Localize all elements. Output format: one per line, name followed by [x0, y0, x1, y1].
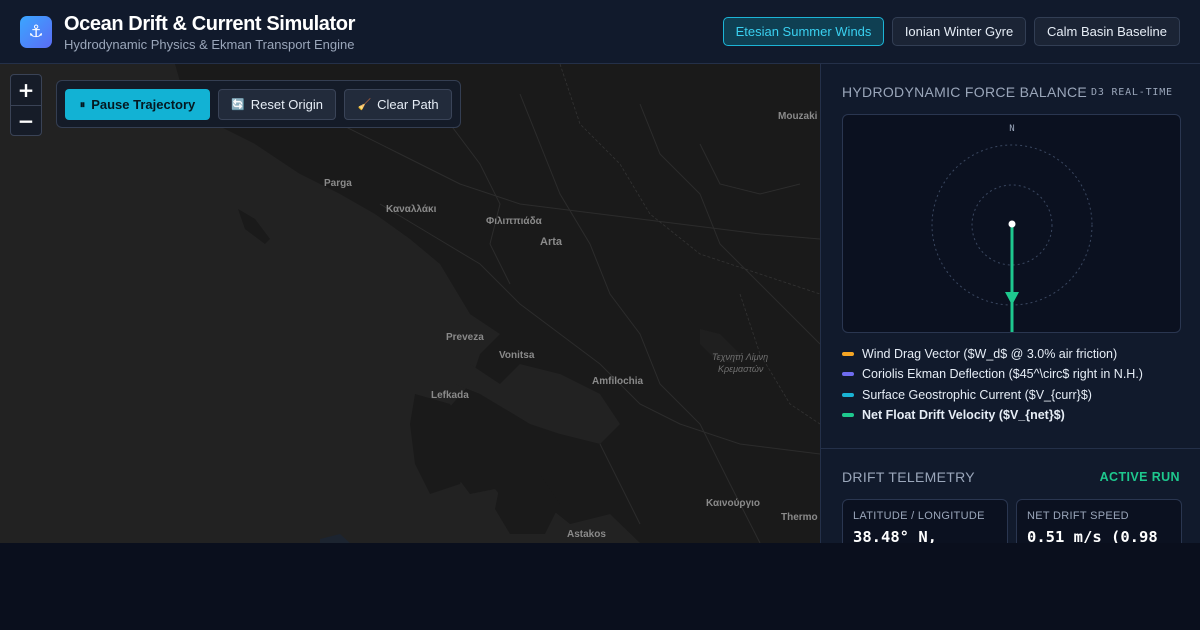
preset-etesian-summer-winds[interactable]: Etesian Summer Winds: [723, 17, 884, 46]
position-label: LATITUDE / LONGITUDE: [853, 510, 985, 522]
preset-ionian-winter-gyre[interactable]: Ionian Winter Gyre: [892, 17, 1026, 46]
reset-origin-label: Reset Origin: [250, 97, 323, 112]
anchor-icon: ⚓: [20, 16, 52, 48]
float-origin-dot: [1008, 220, 1016, 228]
map-label-thermo: Thermo: [781, 512, 818, 523]
map-label-arta: Arta: [540, 236, 563, 248]
telemetry-card-position: LATITUDE / LONGITUDE 38.48° N,: [842, 499, 1008, 543]
legend-swatch-coriolis: [842, 372, 854, 376]
map-terrain: [0, 64, 820, 543]
compass-graphic: N: [931, 124, 1093, 332]
telemetry-title: DRIFT TELEMETRY: [842, 469, 975, 485]
trajectory-controls: ⏸ Pause Trajectory 🔄 Reset Origin 🧹 Clea…: [56, 80, 461, 128]
zoom-out-button[interactable]: −: [11, 106, 41, 136]
map-label-kanallaki: Καναλλάκι: [386, 204, 437, 215]
map-label-kainourgio: Καινούργιο: [706, 498, 761, 509]
preset-calm-basin-baseline[interactable]: Calm Basin Baseline: [1034, 17, 1180, 46]
legend-label-wind: Wind Drag Vector ($W_d$ @ 3.0% air frict…: [862, 347, 1118, 361]
map-label-filippiada: Φιλιππιάδα: [486, 216, 542, 227]
position-value: 38.48° N,: [853, 528, 937, 543]
legend-swatch-wind: [842, 352, 854, 356]
map-label-lefkada: Lefkada: [431, 390, 469, 401]
pause-icon: ⏸: [79, 97, 86, 111]
compass-north-label: N: [1009, 124, 1014, 134]
map-label-amfilochia: Amfilochia: [592, 376, 644, 387]
speed-value: 0.51 m/s (0.98: [1027, 528, 1158, 543]
force-compass: N: [842, 114, 1181, 333]
map-label-preveza: Preveza: [446, 332, 484, 343]
broom-icon: 🧹: [357, 98, 372, 111]
section-divider: [821, 448, 1200, 449]
legend-swatch-net: [842, 413, 854, 417]
pause-trajectory-button[interactable]: ⏸ Pause Trajectory: [65, 89, 210, 120]
legend-label-net: Net Float Drift Velocity ($V_{net}$): [862, 408, 1065, 422]
zoom-control: + −: [10, 74, 42, 136]
zoom-in-button[interactable]: +: [11, 75, 41, 105]
realtime-badge: D3 REAL-TIME: [1091, 87, 1173, 98]
sidebar-panel: HYDRODYNAMIC FORCE BALANCE D3 REAL-TIME …: [820, 64, 1200, 543]
clear-path-label: Clear Path: [377, 97, 439, 112]
speed-label: NET DRIFT SPEED: [1027, 510, 1129, 522]
map-view[interactable]: Mouzaki Parga Καναλλάκι Φιλιππιάδα Arta …: [0, 64, 820, 543]
legend-label-current: Surface Geostrophic Current ($V_{curr}$): [862, 388, 1092, 402]
map-label-lake-1: Τεχνητή Λίμνη: [712, 352, 769, 362]
app-window: ⚓ Ocean Drift & Current Simulator Hydrod…: [0, 0, 1200, 543]
legend-wind-drag: Wind Drag Vector ($W_d$ @ 3.0% air frict…: [842, 347, 1117, 361]
legend-coriolis: Coriolis Ekman Deflection ($45^\circ$ ri…: [842, 367, 1143, 381]
app-title: Ocean Drift & Current Simulator: [64, 13, 355, 35]
pause-trajectory-label: Pause Trajectory: [91, 97, 196, 112]
telemetry-card-speed: NET DRIFT SPEED 0.51 m/s (0.98: [1016, 499, 1182, 543]
refresh-icon: 🔄: [231, 98, 245, 111]
app-header: ⚓ Ocean Drift & Current Simulator Hydrod…: [0, 0, 1200, 64]
map-label-parga: Parga: [324, 178, 352, 189]
legend-current: Surface Geostrophic Current ($V_{curr}$): [842, 388, 1092, 402]
map-label-vonitsa: Vonitsa: [499, 350, 535, 361]
map-label-lake-2: Κρεμαστών: [718, 364, 764, 374]
app-subtitle: Hydrodynamic Physics & Ekman Transport E…: [64, 37, 355, 52]
legend-label-coriolis: Coriolis Ekman Deflection ($45^\circ$ ri…: [862, 367, 1143, 381]
legend-swatch-current: [842, 393, 854, 397]
force-balance-title: HYDRODYNAMIC FORCE BALANCE: [842, 84, 1088, 100]
clear-path-button[interactable]: 🧹 Clear Path: [344, 89, 452, 120]
legend-net-drift: Net Float Drift Velocity ($V_{net}$): [842, 408, 1065, 422]
net-drift-arrowhead: [1005, 292, 1019, 305]
run-status-badge: ACTIVE RUN: [1099, 470, 1180, 484]
map-label-astakos: Astakos: [567, 529, 606, 540]
reset-origin-button[interactable]: 🔄 Reset Origin: [218, 89, 336, 120]
map-label-mouzaki: Mouzaki: [778, 111, 818, 122]
